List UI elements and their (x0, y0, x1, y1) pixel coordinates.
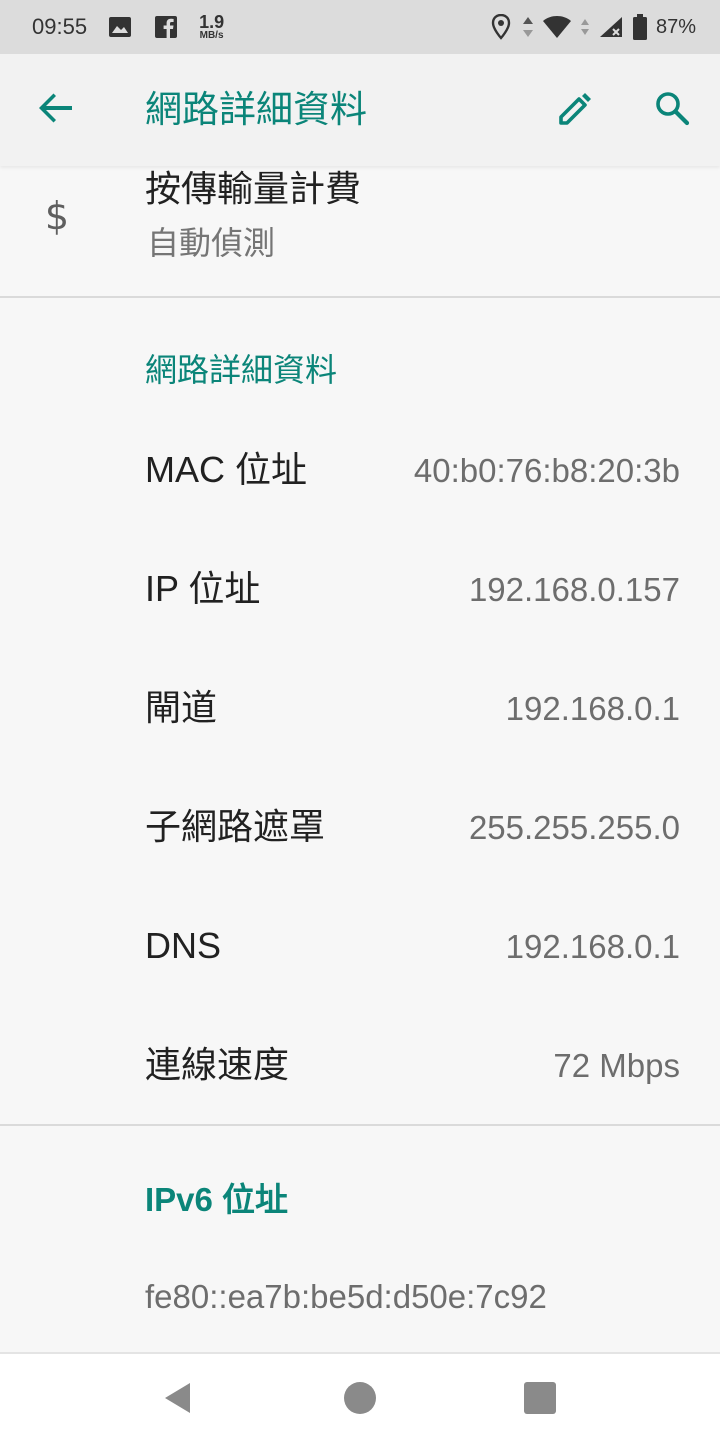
detail-value: 72 Mbps (553, 1047, 680, 1084)
wifi-icon (542, 14, 572, 40)
detail-label: MAC 位址 (145, 449, 308, 490)
content-scroll[interactable]: $ 按傳輸量計費 自動偵測 網路詳細資料 MAC 位址 40:b0:76:b8:… (0, 166, 720, 1352)
detail-label: DNS (145, 925, 222, 966)
detail-row-link-speed: 連線速度 72 Mbps (0, 1025, 720, 1105)
facebook-icon (153, 14, 179, 40)
battery-percent: 87% (655, 15, 696, 38)
divider (0, 1124, 720, 1126)
divider (0, 296, 720, 298)
status-left: 09:55 1.9 MB/s (32, 13, 224, 41)
edit-button[interactable] (550, 84, 602, 136)
search-icon (652, 88, 692, 132)
detail-label: 閘道 (145, 687, 218, 728)
detail-value: 192.168.0.1 (505, 690, 680, 727)
netspeed-unit: MB/s (199, 30, 224, 41)
detail-value: 255.255.255.0 (468, 809, 680, 846)
battery-icon (632, 14, 648, 40)
detail-row-gateway: 閘道 192.168.0.1 (0, 668, 720, 748)
navigation-bar (0, 1352, 720, 1440)
data-arrows-icon (522, 14, 534, 40)
detail-row-subnet: 子網路遮罩 255.255.255.0 (0, 787, 720, 867)
pencil-icon (556, 88, 596, 132)
netspeed-indicator: 1.9 MB/s (199, 13, 224, 41)
status-time: 09:55 (32, 14, 88, 39)
detail-label: 子網路遮罩 (145, 806, 326, 847)
nav-home-icon[interactable] (344, 1382, 376, 1414)
detail-row-mac: MAC 位址 40:b0:76:b8:20:3b (0, 430, 720, 510)
nav-recents-icon[interactable] (524, 1382, 556, 1414)
ipv6-address: fe80::ea7b:be5d:d50e:7c92 (145, 1278, 547, 1315)
network-details-header: 網路詳細資料 (145, 351, 338, 389)
app-bar: 網路詳細資料 (0, 54, 720, 166)
detail-label: 連線速度 (145, 1044, 290, 1085)
status-bar: 09:55 1.9 MB/s 87% (0, 0, 720, 54)
nav-back-button[interactable] (160, 1380, 196, 1416)
search-button[interactable] (646, 84, 698, 136)
metered-setting[interactable]: $ 按傳輸量計費 自動偵測 (0, 166, 720, 296)
arrow-back-icon (36, 88, 76, 132)
metered-subtitle: 自動偵測 (147, 224, 276, 262)
detail-label: IP 位址 (145, 568, 261, 609)
ipv6-header: IPv6 位址 (145, 1181, 289, 1218)
metered-title: 按傳輸量計費 (145, 169, 362, 210)
page-title: 網路詳細資料 (145, 88, 367, 131)
detail-row-ip: IP 位址 192.168.0.157 (0, 549, 720, 629)
status-right: 87% (488, 14, 696, 40)
dollar-icon: $ (44, 194, 70, 238)
cell-signal-icon (598, 14, 624, 40)
nav-back-icon (160, 1383, 196, 1420)
netspeed-value: 1.9 (199, 12, 225, 32)
data-arrows-small-icon (580, 14, 590, 40)
detail-row-dns: DNS 192.168.0.1 (0, 906, 720, 986)
detail-value: 192.168.0.157 (468, 571, 680, 608)
location-icon (488, 14, 514, 40)
detail-value: 192.168.0.1 (505, 928, 680, 965)
back-button[interactable] (30, 84, 82, 136)
detail-value: 40:b0:76:b8:20:3b (413, 452, 680, 489)
image-icon (107, 14, 133, 40)
